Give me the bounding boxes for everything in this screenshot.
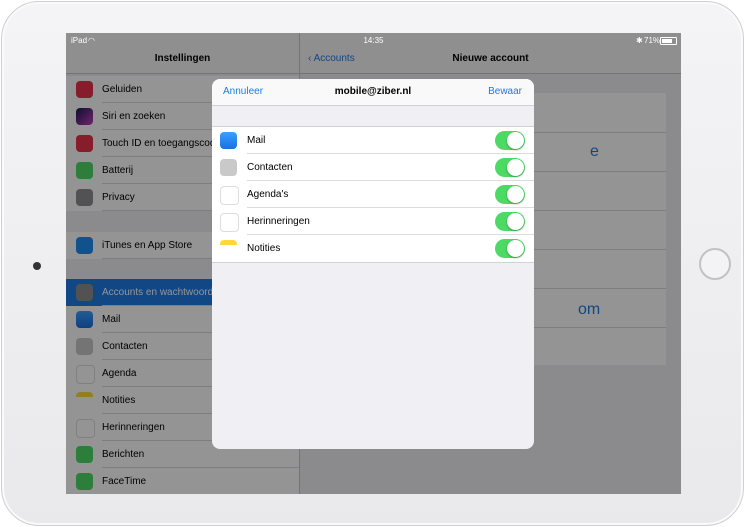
sync-toggle[interactable] bbox=[495, 158, 525, 177]
front-camera bbox=[33, 262, 41, 270]
home-button[interactable] bbox=[699, 248, 731, 280]
sync-toggle[interactable] bbox=[495, 185, 525, 204]
account-sync-sheet: mobile@ziber.nl Annuleer Bewaar Mail Cont… bbox=[212, 79, 534, 449]
reminders-icon bbox=[220, 213, 239, 232]
battery-percent: 71% bbox=[644, 36, 661, 45]
sync-option-label: Contacten bbox=[247, 162, 293, 173]
notes-icon bbox=[220, 240, 237, 257]
sync-option-row: Herinneringen bbox=[212, 208, 534, 235]
sync-toggle[interactable] bbox=[495, 131, 525, 150]
sync-option-row: Agenda's bbox=[212, 181, 534, 208]
calendar-icon bbox=[220, 186, 239, 205]
clock: 14:35 bbox=[363, 36, 384, 45]
save-button[interactable]: Bewaar bbox=[488, 86, 522, 97]
contacts-icon bbox=[220, 159, 237, 176]
bluetooth-icon: ✱ bbox=[636, 36, 643, 45]
sync-option-row: Mail bbox=[212, 127, 534, 154]
sync-option-label: Agenda's bbox=[247, 189, 289, 200]
sync-option-row: Contacten bbox=[212, 154, 534, 181]
sync-option-label: Herinneringen bbox=[247, 216, 310, 227]
battery-icon bbox=[660, 37, 677, 45]
cancel-button[interactable]: Annuleer bbox=[223, 86, 263, 97]
status-bar: iPad ◠ 14:35 ✱ 71% bbox=[66, 33, 681, 47]
sync-toggle[interactable] bbox=[495, 239, 525, 258]
sync-option-label: Mail bbox=[247, 135, 266, 146]
sync-option-label: Notities bbox=[247, 243, 281, 254]
sync-option-row: Notities bbox=[212, 235, 534, 262]
mail-icon bbox=[220, 132, 237, 149]
sheet-header: mobile@ziber.nl Annuleer Bewaar bbox=[212, 79, 534, 106]
sync-toggle[interactable] bbox=[495, 212, 525, 231]
sync-options-list: Mail Contacten Agenda's Herinneringen Notiti… bbox=[212, 126, 534, 263]
